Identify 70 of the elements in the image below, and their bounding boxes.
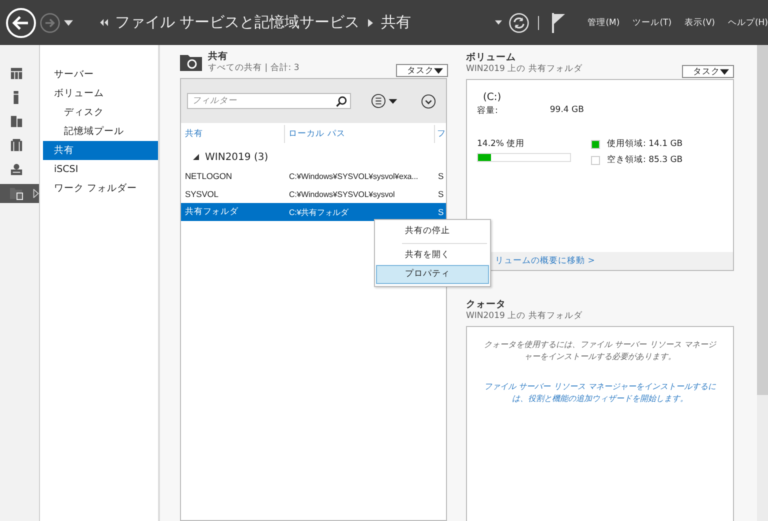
breadcrumb-item[interactable]: ファイル サービスと記憶域サービス: [114, 13, 360, 32]
filter-field[interactable]: フィルター: [187, 93, 351, 109]
table-cell-text: S: [437, 189, 445, 199]
scrollbar[interactable]: [757, 45, 768, 521]
menu-item[interactable]: 共有の停止: [376, 222, 489, 241]
table-cell-text: C:¥Windows¥SYSVOL¥sysvol¥exa...: [288, 172, 419, 180]
back-icon[interactable]: [5, 6, 37, 38]
chevron-icon: [368, 18, 373, 26]
scrollbar-thumb[interactable]: [757, 45, 768, 395]
install-wizard-link[interactable]: ファイル サーバー リソース マネージャーをインストールするには、役割と機能の追加ウィザードを開始します。: [481, 381, 719, 405]
nav-item[interactable]: サーバー: [40, 65, 158, 84]
capacity-label: 容量:: [477, 105, 498, 117]
caret-icon: [434, 68, 443, 74]
usage-label: 14.2% 使用: [477, 138, 526, 150]
panel-subtitle: すべての共有 | 合計: 3: [208, 63, 300, 74]
column-header[interactable]: 共有: [181, 125, 285, 143]
nav-item[interactable]: 共有: [43, 141, 158, 160]
table-cell-text: C:¥Windows¥SYSVOL¥sysvol: [288, 190, 396, 198]
double-caret-icon[interactable]: [100, 19, 109, 26]
panel-title: ボリューム: [466, 52, 517, 64]
panel-subtitle: WIN2019 上の 共有フォルダ: [466, 64, 584, 75]
panel-title: クォータ: [466, 299, 507, 311]
table-row[interactable]: 共有フォルダ C:¥共有フォルダ S: [181, 203, 446, 221]
search-icon: [336, 96, 347, 107]
panel-title: 共有: [208, 51, 229, 63]
legend-label: 使用領域: 14.1 GB: [607, 138, 683, 150]
caret-icon: [720, 68, 729, 74]
nav-item[interactable]: ボリューム: [40, 84, 158, 103]
menu-item[interactable]: ツール(T): [632, 16, 672, 28]
list-options-icon[interactable]: [371, 93, 399, 109]
tasks-button[interactable]: タスク: [682, 65, 734, 78]
nav-item[interactable]: ワーク フォルダー: [40, 179, 158, 198]
menu-item[interactable]: 共有を開く: [376, 246, 489, 265]
capacity-value: 99.4 GB: [550, 105, 584, 117]
folder-icon: [10, 187, 23, 200]
table-cell-text: S: [437, 171, 445, 181]
nav-item[interactable]: ディスク: [40, 103, 158, 122]
quota-message: クォータを使用するには、ファイル サーバー リソース マネージャーをインストールする必要があります。: [483, 339, 718, 363]
table-cell-text: 共有フォルダ: [184, 206, 240, 218]
table-row[interactable]: NETLOGON C:¥Windows¥SYSVOL¥sysvol¥exa... S: [181, 167, 446, 185]
table-cell-text: SYSVOL: [184, 189, 220, 199]
folder-icon: [180, 53, 202, 71]
menu-item[interactable]: 表示(V): [684, 16, 715, 28]
group-header: WIN2019 (3): [205, 152, 268, 162]
nav-item[interactable]: iSCSI: [40, 160, 158, 179]
table-cell-text: C:¥共有フォルダ: [288, 206, 350, 218]
table-row[interactable]: SYSVOL C:¥Windows¥SYSVOL¥sysvol S: [181, 185, 446, 203]
drive-label: (C:): [482, 92, 502, 103]
menu-item[interactable]: ヘルプ(H): [728, 16, 768, 28]
person-icon: [10, 163, 23, 176]
flag-icon[interactable]: [552, 12, 566, 32]
table-cell-text: NETLOGON: [184, 171, 233, 181]
sidebar-tab[interactable]: [0, 184, 39, 203]
grid-icon: [10, 67, 23, 80]
breadcrumb-item[interactable]: 共有: [380, 13, 411, 32]
volume-overview-link[interactable]: リュームの概要に移動 >: [495, 255, 595, 267]
panel-subtitle: WIN2019 上の 共有フォルダ: [466, 311, 584, 322]
caret-icon[interactable]: [64, 20, 73, 26]
caret-icon[interactable]: [494, 20, 502, 25]
table-cell-text: S: [437, 207, 445, 217]
column-header[interactable]: フ: [435, 125, 446, 143]
legend-label: 空き領域: 85.3 GB: [607, 154, 683, 166]
menu-item[interactable]: 管理(M): [588, 16, 620, 28]
expand-icon[interactable]: [421, 94, 436, 108]
tasks-button[interactable]: タスク: [396, 64, 448, 77]
collapse-icon[interactable]: [193, 154, 199, 160]
nav-item[interactable]: 記憶域プール: [40, 122, 158, 141]
refresh-icon[interactable]: [508, 12, 530, 34]
menu-item[interactable]: プロパティ: [376, 265, 489, 284]
column-header[interactable]: ローカル パス: [284, 125, 435, 143]
